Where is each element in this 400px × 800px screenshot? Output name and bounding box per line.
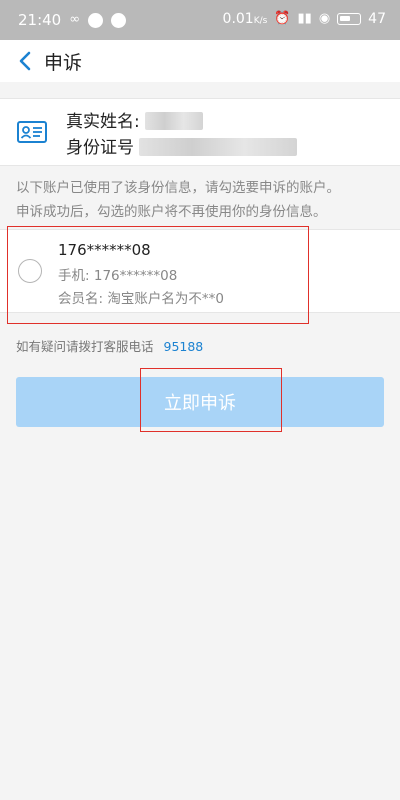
alarm-icon: ⏰ — [274, 11, 291, 26]
notice-text: 以下账户已使用了该身份信息，请勾选要申诉的账户。 申诉成功后，勾选的账户将不再使… — [16, 176, 388, 224]
signal-icon: ▮▮ — [297, 11, 312, 26]
account-member-row: 会员名: 淘宝账户名为不**0 — [58, 287, 224, 307]
nav-bar: 申诉 — [0, 40, 400, 82]
chevron-left-icon — [19, 51, 31, 71]
id-number-label: 身份证号 — [66, 138, 134, 158]
infinity-icon: ∞ — [69, 12, 81, 27]
id-card-icon — [17, 121, 47, 143]
real-name-masked — [145, 112, 204, 130]
account-radio[interactable] — [18, 259, 42, 283]
account-member-label: 会员名: — [58, 291, 104, 307]
status-time: 21:40 — [18, 11, 62, 29]
wifi-icon: ◉ — [318, 11, 331, 26]
notice-line-1: 以下账户已使用了该身份信息，请勾选要申诉的账户。 — [16, 180, 340, 196]
hotline-text: 如有疑问请拨打客服电话 — [16, 339, 154, 354]
real-name-row: 真实姓名: — [66, 107, 204, 132]
battery-icon — [337, 13, 362, 25]
notice-line-2: 申诉成功后，勾选的账户将不再使用你的身份信息。 — [16, 204, 327, 220]
app-notify-icon — [111, 12, 127, 28]
real-name-label: 真实姓名: — [66, 112, 140, 132]
hotline-number[interactable]: 95188 — [164, 339, 204, 354]
identity-card: 真实姓名: 身份证号 — [0, 98, 400, 166]
account-phone: 176******08 — [93, 268, 178, 284]
shield-icon — [88, 12, 104, 28]
back-button[interactable] — [0, 40, 50, 82]
account-phone-label: 手机: — [58, 268, 90, 284]
submit-appeal-button[interactable]: 立即申诉 — [16, 377, 384, 427]
hotline: 如有疑问请拨打客服电话 95188 — [16, 336, 203, 355]
status-bar: 21:40 ∞ 0.01K/s ⏰ ▮▮ ◉ 47 — [0, 0, 400, 40]
id-number-row: 身份证号 — [66, 133, 298, 158]
account-name: 176******08 — [58, 241, 151, 259]
account-phone-row: 手机: 176******08 — [58, 264, 177, 284]
battery-level: 47 — [368, 11, 386, 27]
account-member: 淘宝账户名为不**0 — [107, 291, 224, 307]
network-speed: 0.01K/s — [222, 11, 268, 27]
id-number-masked — [139, 138, 298, 156]
page-title: 申诉 — [44, 51, 83, 74]
